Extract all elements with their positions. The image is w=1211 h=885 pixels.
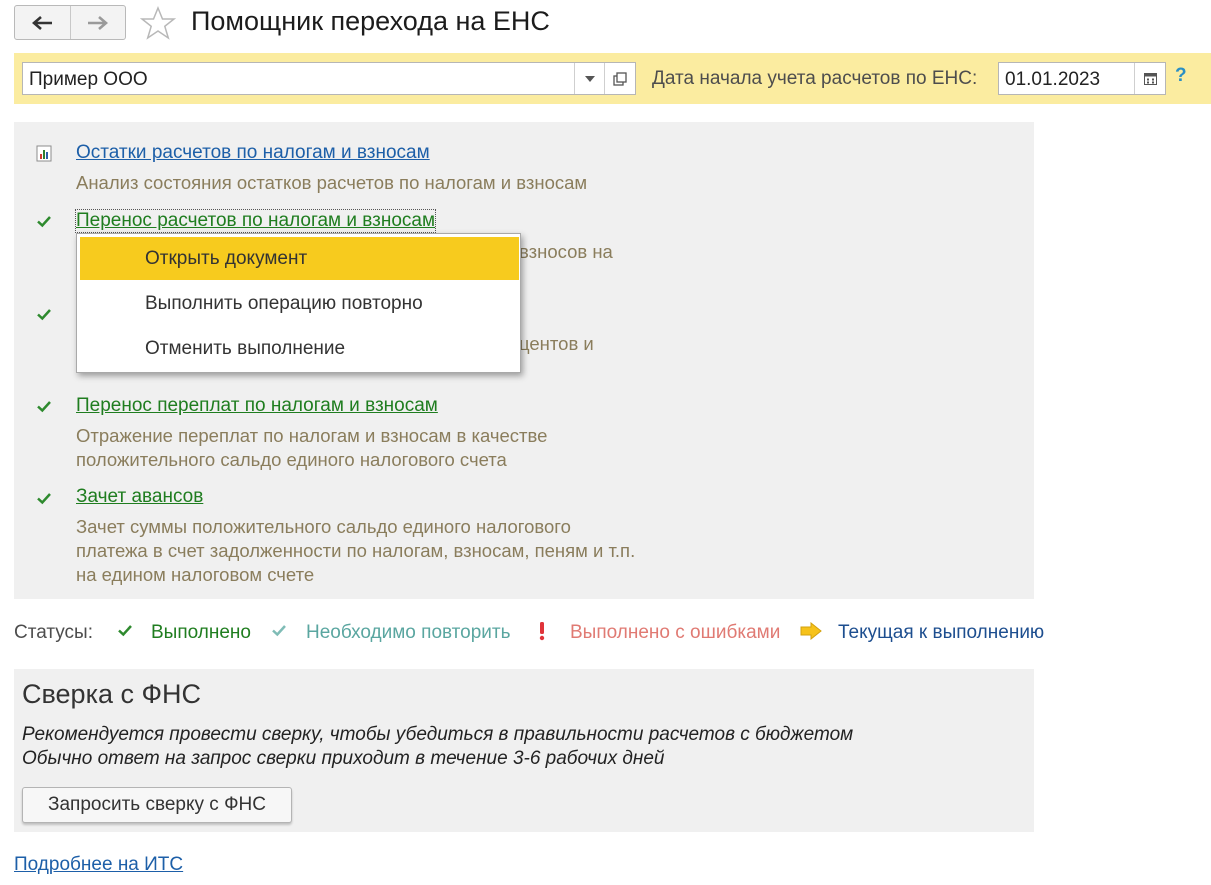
statuses-label: Статусы: [14, 622, 93, 643]
check-icon [118, 625, 132, 637]
reconciliation-text-1: Рекомендуется провести сверку, чтобы убе… [22, 724, 854, 745]
check-light-icon [272, 625, 286, 637]
context-menu: Открыть документ Выполнить операцию повт… [76, 233, 521, 373]
check-icon [34, 304, 54, 324]
status-errors: Выполнено с ошибками [570, 622, 781, 643]
step-link-overpayments[interactable]: Перенос переплат по налогам и взносам [76, 395, 438, 417]
open-window-icon [613, 71, 627, 86]
organization-dropdown-button[interactable] [574, 63, 605, 94]
help-button[interactable]: ? [1175, 65, 1187, 87]
organization-value: Пример ООО [29, 69, 148, 90]
its-link[interactable]: Подробнее на ИТС [14, 854, 183, 876]
step-desc-advances-3: на едином налоговом счете [76, 564, 315, 585]
chevron-down-icon [585, 75, 595, 82]
check-icon [34, 211, 54, 231]
check-icon [34, 488, 54, 508]
step-desc-advances-1: Зачет суммы положительного сальдо единог… [76, 516, 571, 537]
page-title: Помощник перехода на ЕНС [191, 6, 550, 36]
exclamation-icon [539, 622, 545, 641]
arrow-left-icon [32, 15, 53, 30]
status-repeat: Необходимо повторить [306, 622, 511, 643]
date-value: 01.01.2023 [1005, 69, 1101, 90]
step-link-balances[interactable]: Остатки расчетов по налогам и взносам [76, 142, 430, 164]
request-reconciliation-button[interactable]: Запросить сверку с ФНС [22, 787, 292, 823]
organization-open-button[interactable] [604, 63, 635, 94]
step-desc-advances-2: платежа в счет задолженности по налогам,… [76, 540, 636, 561]
status-done: Выполнено [151, 622, 251, 643]
report-chart-icon [34, 143, 54, 163]
step-desc-hidden: центов и [519, 333, 594, 354]
reconciliation-text-2: Обычно ответ на запрос сверки приходит в… [22, 748, 665, 769]
step-desc-balances: Анализ состояния остатков расчетов по на… [76, 172, 588, 193]
step-link-transfer-settlements[interactable]: Перенос расчетов по налогам и взносам [74, 209, 437, 233]
arrow-right-icon [87, 15, 108, 30]
menu-item-repeat-operation[interactable]: Выполнить операцию повторно [80, 282, 519, 325]
status-current: Текущая к выполнению [838, 622, 1045, 643]
calendar-button[interactable] [1134, 63, 1165, 94]
date-label: Дата начала учета расчетов по ЕНС: [652, 68, 978, 89]
navigation-buttons [14, 5, 126, 40]
calendar-icon [1143, 73, 1157, 85]
step-link-advances[interactable]: Зачет авансов [76, 486, 203, 508]
star-icon[interactable] [140, 6, 176, 40]
forward-button[interactable] [69, 6, 126, 39]
check-icon [34, 396, 54, 416]
step-desc-overpayments-2: положительного сальдо единого налогового… [76, 449, 507, 470]
reconciliation-title: Сверка с ФНС [22, 679, 202, 709]
arrow-right-yellow-icon [800, 622, 822, 640]
menu-item-open-document[interactable]: Открыть документ [80, 237, 519, 280]
back-button[interactable] [15, 6, 70, 39]
step-desc-transfer-settlements: взносов на [519, 241, 613, 262]
organization-field[interactable]: Пример ООО [22, 62, 636, 95]
step-desc-overpayments-1: Отражение переплат по налогам и взносам … [76, 425, 548, 446]
menu-item-cancel-execution[interactable]: Отменить выполнение [80, 327, 519, 370]
date-field[interactable]: 01.01.2023 [998, 62, 1166, 95]
